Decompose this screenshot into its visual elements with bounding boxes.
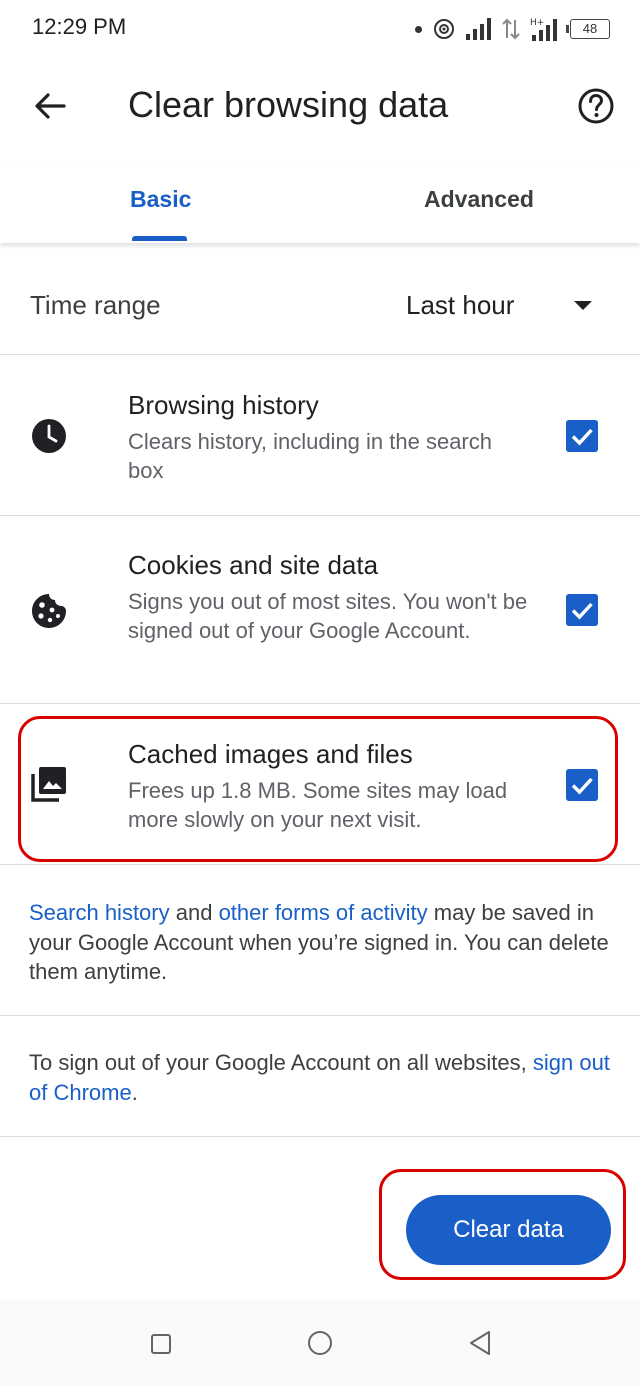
sign-out-text: To sign out of your Google Account on al… bbox=[29, 1050, 533, 1075]
divider bbox=[0, 515, 640, 516]
option-title: Cookies and site data bbox=[128, 550, 379, 580]
clock-icon bbox=[32, 419, 66, 453]
tab-bar bbox=[0, 165, 640, 243]
hplus-signal-icon: H+ bbox=[530, 18, 557, 41]
sign-out-period: . bbox=[131, 1079, 138, 1105]
data-arrows-icon bbox=[502, 18, 520, 40]
tab-advanced[interactable]: Advanced bbox=[424, 186, 534, 213]
time-range-dropdown[interactable]: Last hour bbox=[406, 290, 514, 321]
info-text: and bbox=[169, 900, 219, 925]
tab-basic[interactable]: Basic bbox=[130, 186, 191, 213]
option-description: Signs you out of most sites. You won't b… bbox=[128, 589, 528, 643]
help-circle-icon[interactable] bbox=[574, 84, 618, 128]
time-range-label: Time range bbox=[30, 290, 161, 320]
page-title: Clear browsing data bbox=[128, 84, 449, 125]
divider bbox=[0, 864, 640, 865]
sign-out-info: To sign out of your Google Account on al… bbox=[29, 1048, 619, 1107]
option-title: Browsing history bbox=[128, 390, 319, 420]
dot-icon bbox=[415, 25, 422, 33]
status-icons: H+ 48 bbox=[415, 14, 610, 44]
cookies-checkbox[interactable] bbox=[566, 594, 598, 626]
hotspot-icon bbox=[434, 19, 454, 39]
home-circle-icon[interactable] bbox=[307, 1330, 333, 1356]
account-activity-info: Search history and other forms of activi… bbox=[29, 898, 619, 987]
browsing-history-checkbox[interactable] bbox=[566, 420, 598, 452]
dropdown-arrow-icon[interactable] bbox=[572, 298, 594, 312]
recents-square-icon[interactable] bbox=[150, 1333, 172, 1355]
svg-text:H+: H+ bbox=[530, 18, 544, 28]
highlight-annotation bbox=[18, 716, 618, 862]
highlight-annotation bbox=[379, 1169, 626, 1280]
tab-indicator bbox=[132, 236, 187, 241]
divider bbox=[0, 1136, 640, 1137]
battery-icon: 48 bbox=[566, 19, 610, 39]
back-triangle-icon[interactable] bbox=[468, 1330, 492, 1356]
divider bbox=[0, 354, 640, 355]
arrow-back-icon[interactable] bbox=[30, 86, 70, 126]
signal-icon bbox=[466, 18, 491, 40]
search-history-link[interactable]: Search history bbox=[29, 900, 170, 925]
divider bbox=[0, 1015, 640, 1016]
divider bbox=[0, 703, 640, 704]
status-time: 12:29 PM bbox=[32, 14, 127, 39]
other-activity-link[interactable]: other forms of activity bbox=[219, 900, 428, 925]
cookie-icon bbox=[32, 594, 66, 628]
option-description: Clears history, including in the search … bbox=[128, 429, 492, 483]
